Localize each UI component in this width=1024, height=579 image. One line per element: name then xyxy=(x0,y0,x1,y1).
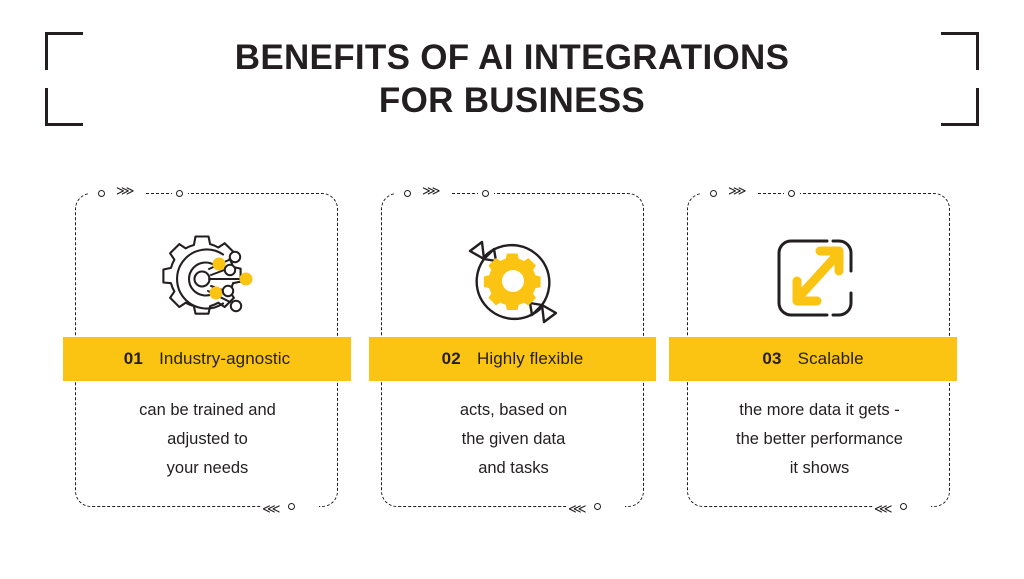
benefit-label-bar-1[interactable]: 01 Industry-agnostic xyxy=(63,337,351,381)
page-title-line-1: BENEFITS OF AI INTEGRATIONS xyxy=(234,38,790,77)
decor-node-dot xyxy=(288,503,295,510)
benefit-title-1: Industry-agnostic xyxy=(159,349,291,368)
gear-network-icon xyxy=(76,222,337,340)
body-line: the more data it gets - xyxy=(739,401,900,419)
cycle-gear-icon xyxy=(382,222,643,340)
decor-node-dot xyxy=(176,190,183,197)
benefit-body-2: acts, based on the given data and tasks xyxy=(388,396,639,483)
benefit-title-3: Scalable xyxy=(797,349,864,368)
decor-node-dot xyxy=(710,190,717,197)
body-line: acts, based on xyxy=(459,401,568,419)
benefit-body-3: the more data it gets - the better perfo… xyxy=(694,396,945,483)
chevron-right-icon: ⋙ xyxy=(116,184,134,199)
scale-expand-icon xyxy=(688,222,949,340)
chevron-left-icon: ⋘ xyxy=(568,502,586,517)
body-line: your needs xyxy=(166,459,249,477)
decor-node-dot xyxy=(900,503,907,510)
page-title: BENEFITS OF AI INTEGRATIONS FOR BUSINESS xyxy=(0,36,1024,122)
infographic-canvas: BENEFITS OF AI INTEGRATIONS FOR BUSINESS… xyxy=(0,0,1024,579)
body-line: adjusted to xyxy=(167,430,248,448)
chevron-right-icon: ⋙ xyxy=(422,184,440,199)
benefit-label-bar-3[interactable]: 03 Scalable xyxy=(669,337,957,381)
body-line: the given data xyxy=(461,430,566,448)
body-line: it shows xyxy=(789,459,850,477)
chevron-left-icon: ⋘ xyxy=(874,502,892,517)
benefit-number-1: 01 xyxy=(123,349,144,368)
decor-node-dot xyxy=(482,190,489,197)
benefit-body-1: can be trained and adjusted to your need… xyxy=(82,396,333,483)
benefit-label-bar-2[interactable]: 02 Highly flexible xyxy=(369,337,656,381)
body-line: and tasks xyxy=(478,459,549,477)
chevron-left-icon: ⋘ xyxy=(262,502,280,517)
decor-node-dot xyxy=(788,190,795,197)
body-line: the better performance xyxy=(736,430,903,448)
benefit-number-2: 02 xyxy=(441,349,461,368)
benefit-number-3: 03 xyxy=(762,349,782,368)
decor-node-dot xyxy=(404,190,411,197)
benefit-title-2: Highly flexible xyxy=(476,349,584,368)
body-line: can be trained and xyxy=(139,401,276,419)
chevron-right-icon: ⋙ xyxy=(728,184,746,199)
page-title-line-2: FOR BUSINESS xyxy=(378,81,646,120)
decor-node-dot xyxy=(594,503,601,510)
decor-node-dot xyxy=(98,190,105,197)
